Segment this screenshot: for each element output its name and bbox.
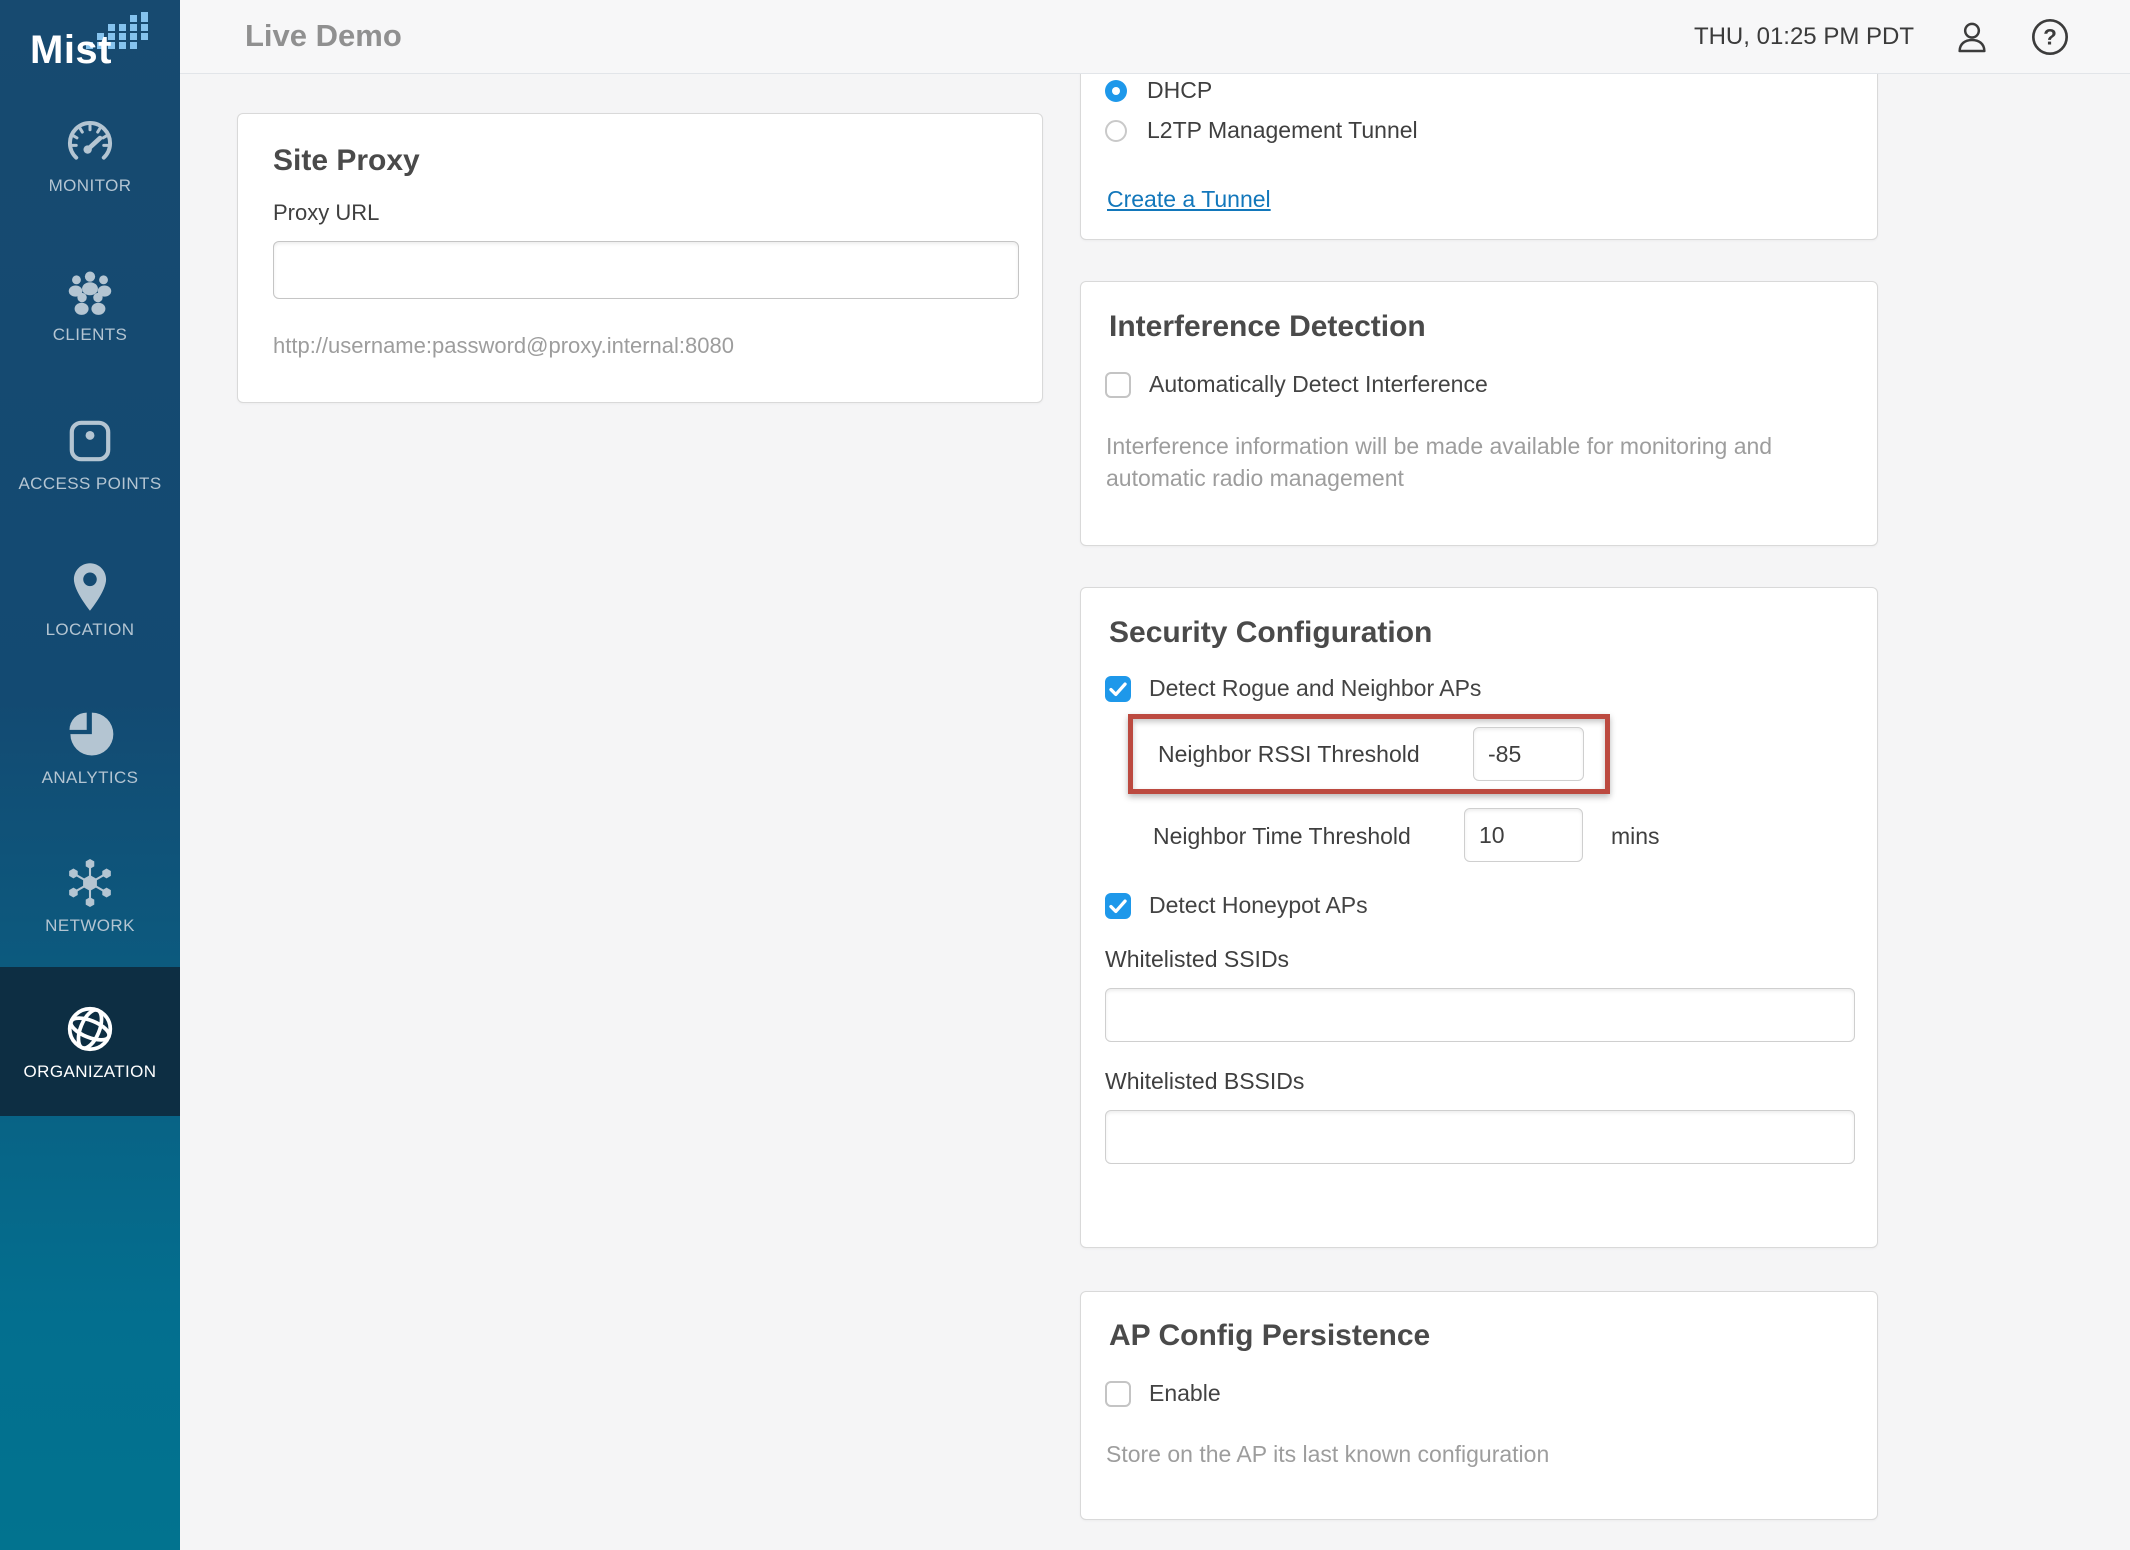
interference-title: Interference Detection bbox=[1109, 308, 1426, 346]
header-datetime: THU, 01:25 PM PDT bbox=[1694, 23, 1914, 51]
app-root: Mist MONITOR bbox=[0, 0, 2130, 1550]
interference-detection-card: Interference Detection Automatically Det… bbox=[1080, 281, 1878, 546]
whitelisted-ssids-label: Whitelisted SSIDs bbox=[1105, 944, 1289, 974]
sidebar-item-clients[interactable]: CLIENTS bbox=[0, 264, 180, 345]
detect-rogue-row: Detect Rogue and Neighbor APs bbox=[1105, 675, 1481, 702]
sidebar: Mist MONITOR bbox=[0, 0, 180, 1550]
ap-config-enable-checkbox[interactable] bbox=[1105, 1381, 1131, 1407]
user-account-icon[interactable] bbox=[1952, 17, 1992, 57]
l2tp-radio[interactable] bbox=[1105, 120, 1127, 142]
globe-icon bbox=[62, 1001, 118, 1057]
create-tunnel-link[interactable]: Create a Tunnel bbox=[1107, 186, 1271, 213]
detect-honeypot-label: Detect Honeypot APs bbox=[1149, 892, 1368, 919]
ap-config-enable-label: Enable bbox=[1149, 1380, 1221, 1407]
people-icon bbox=[62, 264, 118, 320]
sidebar-item-label: ACCESS POINTS bbox=[0, 474, 180, 494]
page-header: Live Demo THU, 01:25 PM PDT ? bbox=[180, 0, 2130, 74]
svg-text:?: ? bbox=[2043, 25, 2057, 50]
sidebar-item-location[interactable]: LOCATION bbox=[0, 559, 180, 640]
proxy-url-input[interactable] bbox=[273, 241, 1019, 299]
logo-text: Mist bbox=[30, 28, 112, 73]
gauge-icon bbox=[62, 115, 118, 171]
ap-config-enable-row: Enable bbox=[1105, 1380, 1221, 1407]
help-icon[interactable]: ? bbox=[2030, 17, 2070, 57]
security-title: Security Configuration bbox=[1109, 614, 1432, 652]
access-point-icon bbox=[62, 413, 118, 469]
time-threshold-input[interactable] bbox=[1464, 808, 1583, 862]
ap-config-hint: Store on the AP its last known configura… bbox=[1106, 1438, 1549, 1470]
sidebar-item-network[interactable]: NETWORK bbox=[0, 855, 180, 936]
sidebar-item-organization[interactable]: ORGANIZATION bbox=[0, 967, 180, 1116]
detect-rogue-label: Detect Rogue and Neighbor APs bbox=[1149, 675, 1481, 702]
header-actions: THU, 01:25 PM PDT ? bbox=[1694, 0, 2070, 74]
whitelisted-bssids-label: Whitelisted BSSIDs bbox=[1105, 1066, 1304, 1096]
ap-config-persistence-card: AP Config Persistence Enable Store on th… bbox=[1080, 1291, 1878, 1520]
site-proxy-card: Site Proxy Proxy URL http://username:pas… bbox=[237, 113, 1043, 403]
detect-rogue-checkbox[interactable] bbox=[1105, 676, 1131, 702]
detect-honeypot-row: Detect Honeypot APs bbox=[1105, 892, 1368, 919]
detect-honeypot-checkbox[interactable] bbox=[1105, 893, 1131, 919]
sidebar-item-label: MONITOR bbox=[0, 176, 180, 196]
map-pin-icon bbox=[62, 559, 118, 615]
sidebar-item-label: LOCATION bbox=[0, 620, 180, 640]
time-threshold-unit: mins bbox=[1611, 821, 1660, 851]
sidebar-item-access-points[interactable]: ACCESS POINTS bbox=[0, 413, 180, 494]
sidebar-item-label: CLIENTS bbox=[0, 325, 180, 345]
auto-detect-interference-label: Automatically Detect Interference bbox=[1149, 371, 1488, 398]
pie-chart-icon bbox=[62, 707, 118, 763]
security-configuration-card: Security Configuration Detect Rogue and … bbox=[1080, 587, 1878, 1248]
sidebar-item-analytics[interactable]: ANALYTICS bbox=[0, 707, 180, 788]
check-icon bbox=[1105, 676, 1131, 702]
dhcp-radio-label: DHCP bbox=[1147, 77, 1212, 104]
site-proxy-title: Site Proxy bbox=[273, 142, 420, 180]
whitelisted-bssids-input[interactable] bbox=[1105, 1110, 1855, 1164]
sidebar-item-label: ANALYTICS bbox=[0, 768, 180, 788]
l2tp-option-row: L2TP Management Tunnel bbox=[1105, 117, 1418, 144]
check-icon bbox=[1105, 893, 1131, 919]
whitelisted-ssids-input[interactable] bbox=[1105, 988, 1855, 1042]
page-title: Live Demo bbox=[245, 18, 402, 54]
interference-hint: Interference information will be made av… bbox=[1106, 430, 1851, 494]
hex-cluster-icon bbox=[62, 855, 118, 911]
sidebar-item-label: NETWORK bbox=[0, 916, 180, 936]
proxy-url-hint: http://username:password@proxy.internal:… bbox=[273, 332, 734, 360]
auto-detect-interference-checkbox[interactable] bbox=[1105, 372, 1131, 398]
proxy-url-label: Proxy URL bbox=[273, 198, 379, 228]
time-threshold-label: Neighbor Time Threshold bbox=[1153, 821, 1411, 851]
highlight-box: Neighbor RSSI Threshold bbox=[1128, 714, 1610, 794]
rssi-threshold-input[interactable] bbox=[1473, 727, 1584, 781]
rssi-threshold-label: Neighbor RSSI Threshold bbox=[1158, 739, 1420, 769]
ap-config-title: AP Config Persistence bbox=[1109, 1317, 1430, 1355]
mist-logo[interactable]: Mist bbox=[0, 10, 180, 74]
l2tp-radio-label: L2TP Management Tunnel bbox=[1147, 117, 1418, 144]
sidebar-item-label: ORGANIZATION bbox=[0, 1062, 180, 1082]
auto-detect-interference-row: Automatically Detect Interference bbox=[1105, 371, 1488, 398]
dhcp-option-row: DHCP bbox=[1105, 77, 1212, 104]
dhcp-radio[interactable] bbox=[1105, 80, 1127, 102]
sidebar-item-monitor[interactable]: MONITOR bbox=[0, 115, 180, 196]
